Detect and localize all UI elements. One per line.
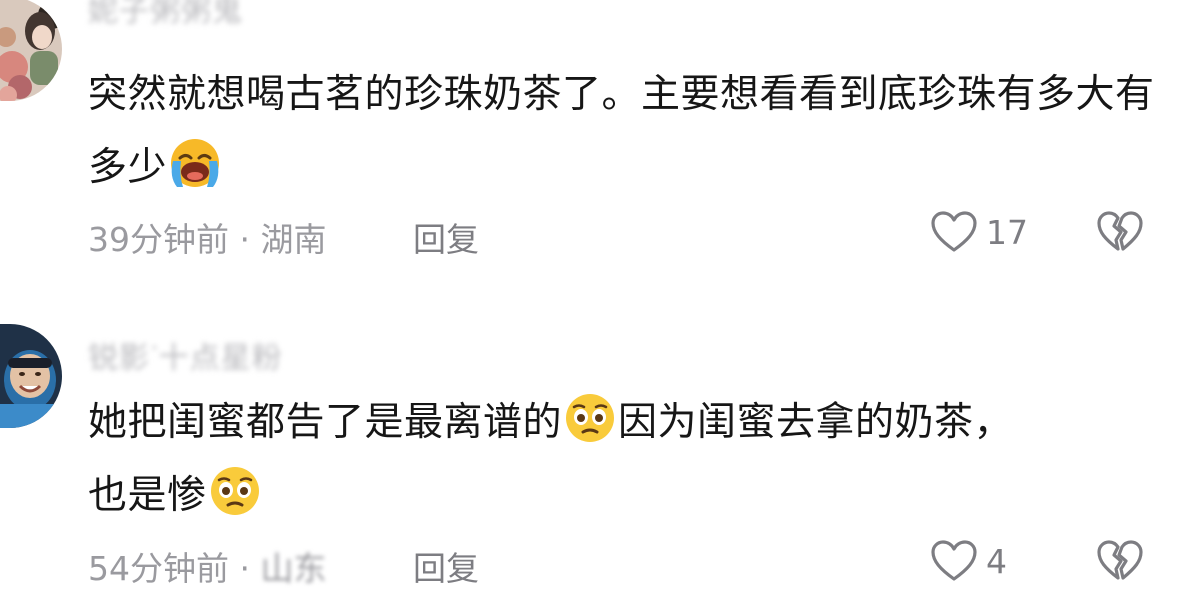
pleading-face-emoji-icon	[210, 467, 259, 515]
comment-time: 39分钟前	[88, 220, 229, 259]
comment-item: 锐影ᐝ十点星粉 她把闺蜜都告了是最离谱的 因为闺蜜去拿的奶茶， 也是惨 54分钟前…	[0, 300, 1194, 588]
heart-icon	[931, 211, 977, 252]
user-avatar[interactable]	[0, 0, 62, 101]
comment-text-segment: 她把闺蜜都告了是最离谱的	[88, 400, 563, 445]
username[interactable]: 锐影ᐝ十点星粉	[88, 333, 283, 377]
reply-button[interactable]: 回复	[413, 542, 479, 590]
like-count: 4	[986, 541, 1007, 581]
username[interactable]: 妮子粥粥鬼	[88, 0, 243, 30]
pleading-face-emoji-icon	[566, 394, 615, 442]
meta-separator: ·	[239, 549, 251, 588]
broken-heart-icon	[1097, 540, 1143, 580]
comment-meta: 39分钟前 · 湖南	[88, 213, 327, 261]
reply-button[interactable]: 回复	[413, 213, 479, 261]
like-button[interactable]: 4	[930, 539, 1007, 583]
heart-icon	[931, 540, 977, 581]
comment-meta: 54分钟前 · 山东	[88, 542, 327, 590]
comment-location: 山东	[260, 549, 327, 588]
dislike-button[interactable]	[1096, 210, 1144, 258]
broken-heart-icon	[1097, 211, 1143, 251]
loudly-crying-face-emoji-icon	[171, 139, 220, 187]
comment-text-segment: 突然就想喝古茗的珍珠奶茶了。主要想看看到底珍珠有多大有多少	[88, 72, 1155, 190]
comment-text: 她把闺蜜都告了是最离谱的 因为闺蜜去拿的奶茶， 也是惨	[88, 386, 1168, 532]
comment-time: 54分钟前	[88, 549, 229, 588]
comment-text-segment: 因为闺蜜去拿的奶茶，	[618, 400, 1014, 445]
comment-text-segment: 也是惨	[88, 473, 207, 518]
user-avatar[interactable]	[0, 324, 62, 428]
comment-text: 突然就想喝古茗的珍珠奶茶了。主要想看看到底珍珠有多大有多少	[88, 58, 1168, 204]
dislike-button[interactable]	[1096, 539, 1144, 587]
like-button[interactable]: 17	[930, 210, 1028, 254]
like-count: 17	[986, 212, 1028, 252]
comment-location: 湖南	[260, 220, 327, 259]
comment-item: 妮子粥粥鬼 突然就想喝古茗的珍珠奶茶了。主要想看看到底珍珠有多大有多少 39分钟…	[0, 0, 1194, 270]
meta-separator: ·	[239, 220, 251, 259]
